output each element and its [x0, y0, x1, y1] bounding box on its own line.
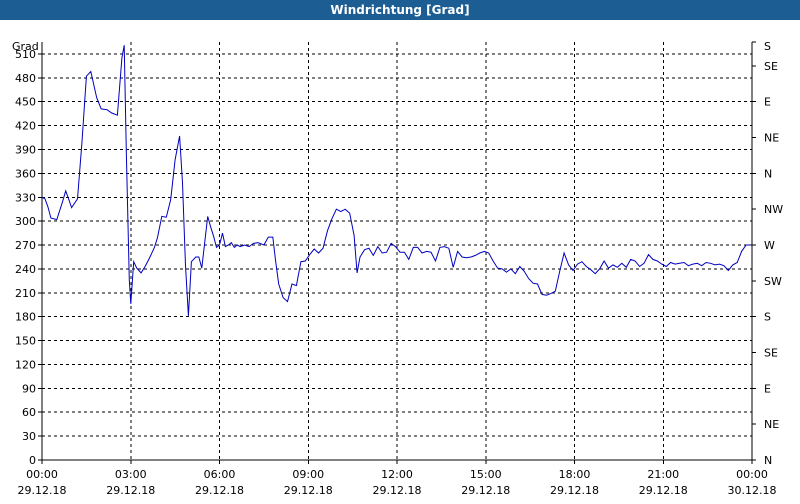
x-tick-time-label: 12:00 [381, 468, 413, 481]
x-tick-time-label: 03:00 [115, 468, 147, 481]
right-axis-label: NE [764, 132, 779, 145]
right-axis-label: SE [764, 347, 778, 360]
right-axis-label: W [764, 239, 775, 252]
wind-direction-chart: 0 30 60 90 120 150 180 210 240 270 300 330 360 390 420… [12, 40, 783, 497]
y-tick-label: 330 [15, 191, 36, 204]
y-tick-label: 0 [29, 454, 36, 467]
right-axis-label: SW [764, 275, 782, 288]
y-tick-label: 240 [15, 263, 36, 276]
right-axis-label: S [764, 40, 771, 53]
y-tick-label: 210 [15, 287, 36, 300]
right-axis-label: NE [764, 418, 779, 431]
y-tick-label: 390 [15, 143, 36, 156]
x-tick-date-label: 29.12.18 [461, 484, 510, 497]
right-axis-label: N [764, 167, 772, 180]
right-axis-label: E [764, 96, 771, 109]
x-tick-time-label: 15:00 [470, 468, 502, 481]
right-axis-label: E [764, 382, 771, 395]
y-tick-label: 150 [15, 335, 36, 348]
y-axis-label: Grad [12, 40, 39, 53]
x-tick-time-label: 18:00 [559, 468, 591, 481]
y-tick-label: 360 [15, 167, 36, 180]
x-tick-time-label: 00:00 [26, 468, 58, 481]
x-tick-time-label: 06:00 [204, 468, 236, 481]
x-tick-time-label: 09:00 [292, 468, 324, 481]
x-tick-date-label: 29.12.18 [195, 484, 244, 497]
series-layer [41, 45, 751, 316]
chart-area: 0 30 60 90 120 150 180 210 240 270 300 330 360 390 420… [0, 20, 800, 500]
y-tick-label: 420 [15, 120, 36, 133]
y-tick-label: 180 [15, 311, 36, 324]
y-tick-label: 300 [15, 215, 36, 228]
x-tick-time-label: 21:00 [647, 468, 679, 481]
y-tick-label: 450 [15, 96, 36, 109]
y-tick-label: 270 [15, 239, 36, 252]
right-axis-label: NW [764, 203, 783, 216]
x-tick-date-label: 29.12.18 [373, 484, 422, 497]
x-tick-time-label: 00:00 [736, 468, 768, 481]
y-tick-label: 480 [15, 72, 36, 85]
grid-lines [42, 42, 752, 460]
y-tick-label: 120 [15, 358, 36, 371]
y-tick-label: 30 [22, 430, 36, 443]
right-axis-label: SE [764, 60, 778, 73]
right-axis-label: N [764, 454, 772, 467]
right-axis-label: S [764, 311, 771, 324]
series-line [41, 45, 751, 316]
y-tick-label: 60 [22, 406, 36, 419]
y-tick-label: 90 [22, 382, 36, 395]
x-tick-date-label: 30.12.18 [728, 484, 777, 497]
chart-title: Windrichtung [Grad] [0, 0, 800, 20]
x-tick-date-label: 29.12.18 [284, 484, 333, 497]
x-tick-date-label: 29.12.18 [639, 484, 688, 497]
x-tick-date-label: 29.12.18 [18, 484, 67, 497]
x-tick-date-label: 29.12.18 [106, 484, 155, 497]
x-tick-date-label: 29.12.18 [550, 484, 599, 497]
